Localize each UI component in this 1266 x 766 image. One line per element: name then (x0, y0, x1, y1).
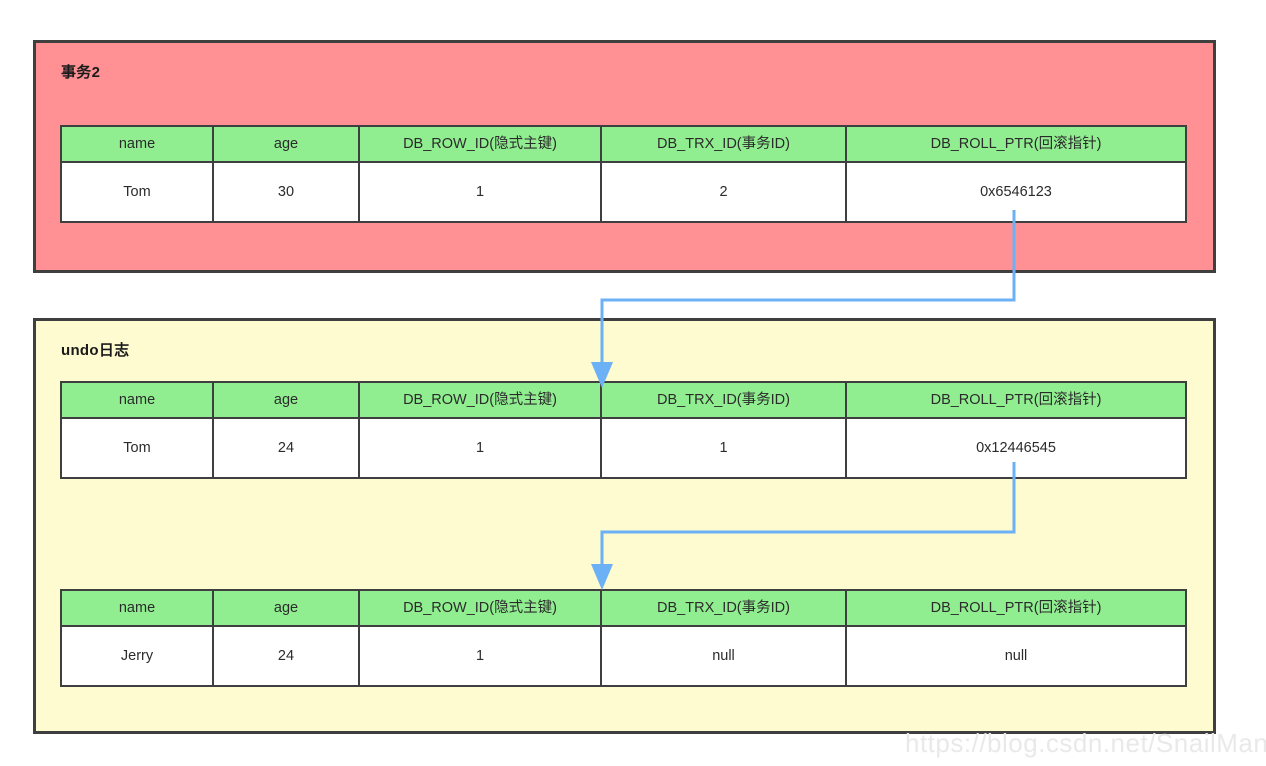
cell-db-roll-ptr: null (845, 625, 1187, 687)
cell-db-trx-id: 1 (600, 417, 847, 479)
undo-log-panel-label: undo日志 (61, 342, 130, 359)
cell-db-trx-id: 2 (600, 161, 847, 223)
undo-record-table-1: name age DB_ROW_ID(隐式主键) DB_TRX_ID(事务ID)… (60, 381, 1187, 479)
cell-db-row-id: 1 (358, 625, 602, 687)
column-header-age: age (212, 125, 360, 163)
cell-age: 30 (212, 161, 360, 223)
cell-db-row-id: 1 (358, 417, 602, 479)
cell-db-row-id: 1 (358, 161, 602, 223)
watermark: https://blog.csdn.net/SnailMann (905, 728, 1266, 758)
column-header-name: name (60, 381, 214, 419)
table-header-row: name age DB_ROW_ID(隐式主键) DB_TRX_ID(事务ID)… (60, 589, 1187, 627)
cell-age: 24 (212, 625, 360, 687)
column-header-name: name (60, 589, 214, 627)
table-header-row: name age DB_ROW_ID(隐式主键) DB_TRX_ID(事务ID)… (60, 381, 1187, 419)
undo-record-table-2: name age DB_ROW_ID(隐式主键) DB_TRX_ID(事务ID)… (60, 589, 1187, 687)
cell-age: 24 (212, 417, 360, 479)
transaction-record-table: name age DB_ROW_ID(隐式主键) DB_TRX_ID(事务ID)… (60, 125, 1187, 223)
cell-name: Tom (60, 161, 214, 223)
column-header-db-roll-ptr: DB_ROLL_PTR(回滚指针) (845, 125, 1187, 163)
column-header-db-roll-ptr: DB_ROLL_PTR(回滚指针) (845, 589, 1187, 627)
column-header-db-row-id: DB_ROW_ID(隐式主键) (358, 381, 602, 419)
column-header-db-row-id: DB_ROW_ID(隐式主键) (358, 125, 602, 163)
cell-name: Jerry (60, 625, 214, 687)
table-header-row: name age DB_ROW_ID(隐式主键) DB_TRX_ID(事务ID)… (60, 125, 1187, 163)
column-header-db-trx-id: DB_TRX_ID(事务ID) (600, 125, 847, 163)
table-row: Tom 24 1 1 0x12446545 (60, 417, 1187, 479)
column-header-name: name (60, 125, 214, 163)
transaction-panel-label: 事务2 (61, 64, 101, 81)
cell-db-roll-ptr: 0x6546123 (845, 161, 1187, 223)
column-header-age: age (212, 589, 360, 627)
table-row: Jerry 24 1 null null (60, 625, 1187, 687)
table-row: Tom 30 1 2 0x6546123 (60, 161, 1187, 223)
cell-name: Tom (60, 417, 214, 479)
column-header-db-roll-ptr: DB_ROLL_PTR(回滚指针) (845, 381, 1187, 419)
cell-db-trx-id: null (600, 625, 847, 687)
column-header-db-trx-id: DB_TRX_ID(事务ID) (600, 381, 847, 419)
column-header-age: age (212, 381, 360, 419)
diagram-canvas: 事务2 name age DB_ROW_ID(隐式主键) DB_TRX_ID(事… (0, 0, 1266, 766)
column-header-db-trx-id: DB_TRX_ID(事务ID) (600, 589, 847, 627)
column-header-db-row-id: DB_ROW_ID(隐式主键) (358, 589, 602, 627)
cell-db-roll-ptr: 0x12446545 (845, 417, 1187, 479)
